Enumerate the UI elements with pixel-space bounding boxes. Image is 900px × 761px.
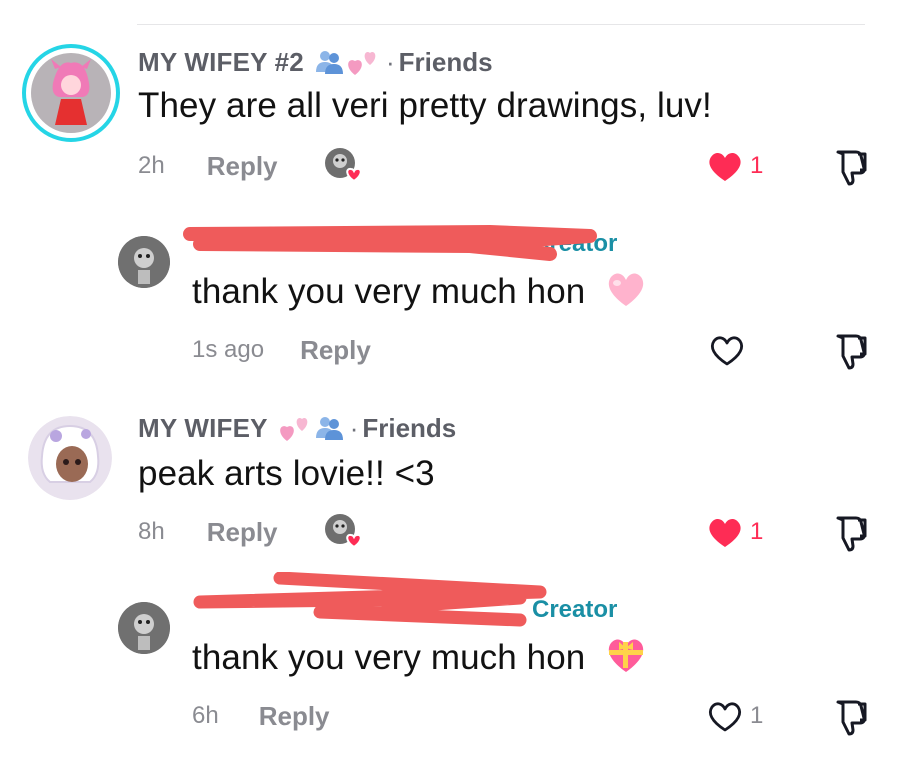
creator-avatar-icon [324, 514, 362, 549]
anime-pink-character-avatar-icon [31, 53, 111, 133]
avatar[interactable] [118, 602, 170, 654]
two-hearts-icon [278, 413, 312, 443]
reply-button[interactable]: Reply [207, 151, 278, 182]
top-divider [137, 24, 865, 25]
pink-heart-icon [605, 270, 647, 317]
dislike-button[interactable] [830, 698, 870, 741]
timestamp: 1s ago [192, 336, 265, 363]
two-people-icon [314, 48, 344, 76]
creator-liked-badge [324, 147, 364, 185]
two-hearts-icon [346, 47, 380, 77]
friends-label: Friends [398, 46, 493, 77]
timestamp: 8h [138, 518, 165, 545]
comment-meta: 8h Reply [138, 513, 364, 551]
avatar[interactable] [28, 416, 112, 500]
creator-tag: Creator [532, 596, 618, 623]
separator-dot: · [349, 412, 359, 443]
gorilla-avatar-icon [118, 602, 170, 654]
comment-text: peak arts lovie!! <3 [138, 454, 435, 493]
comment-header: MY WIFEY · Friends [138, 412, 456, 444]
heart-with-ribbon-icon [605, 636, 647, 683]
username[interactable]: MY WIFEY [138, 413, 268, 444]
comment-text: They are all veri pretty drawings, luv! [138, 86, 712, 125]
dislike-button[interactable] [830, 514, 870, 557]
reply-text-content: thank you very much hon [192, 271, 586, 311]
avatar[interactable] [22, 44, 120, 142]
like-count: 1 [750, 518, 764, 545]
reply-text: thank you very much hon [192, 270, 647, 317]
two-people-icon [314, 414, 344, 442]
comment-meta: 2h Reply [138, 147, 364, 185]
creator-liked-badge [324, 513, 364, 551]
comment-header: MY WIFEY #2 · Friends [138, 46, 493, 78]
comment-meta: 1s ago Reply [192, 334, 371, 366]
thumbs-down-icon [836, 334, 867, 370]
like-button[interactable] [708, 332, 752, 368]
heart-outline-icon [708, 702, 742, 732]
friends-label: Friends [362, 412, 457, 443]
like-button[interactable]: 1 [706, 148, 763, 184]
reply-text-content: thank you very much hon [192, 637, 586, 677]
anime-white-hair-character-avatar-icon [28, 416, 112, 500]
timestamp: 6h [192, 702, 219, 729]
thumbs-down-icon [836, 150, 867, 186]
comment-meta: 6h Reply [192, 700, 330, 732]
like-count: 1 [750, 152, 764, 179]
reply-button[interactable]: Reply [259, 701, 330, 732]
like-button[interactable]: 1 [706, 514, 763, 550]
like-count: 1 [750, 702, 764, 729]
reply-text: thank you very much hon [192, 636, 647, 683]
heart-outline-icon [710, 336, 744, 366]
reply-button[interactable]: Reply [207, 517, 278, 548]
like-button[interactable]: 1 [706, 698, 763, 734]
reply-button[interactable]: Reply [300, 335, 371, 366]
thumbs-down-icon [836, 516, 867, 552]
comment-header: Creator [192, 594, 642, 626]
heart-filled-icon [709, 518, 741, 547]
creator-avatar-icon [324, 148, 362, 183]
separator-dot: · [385, 46, 395, 77]
gorilla-avatar-icon [118, 236, 170, 288]
comment-header: Creator [192, 228, 642, 260]
timestamp: 2h [138, 152, 165, 179]
dislike-button[interactable] [830, 332, 870, 375]
heart-filled-icon [709, 152, 741, 181]
creator-tag: Creator [532, 230, 618, 257]
avatar[interactable] [118, 236, 170, 288]
thumbs-down-icon [836, 700, 867, 736]
username[interactable]: MY WIFEY #2 [138, 47, 304, 78]
dislike-button[interactable] [830, 148, 870, 191]
